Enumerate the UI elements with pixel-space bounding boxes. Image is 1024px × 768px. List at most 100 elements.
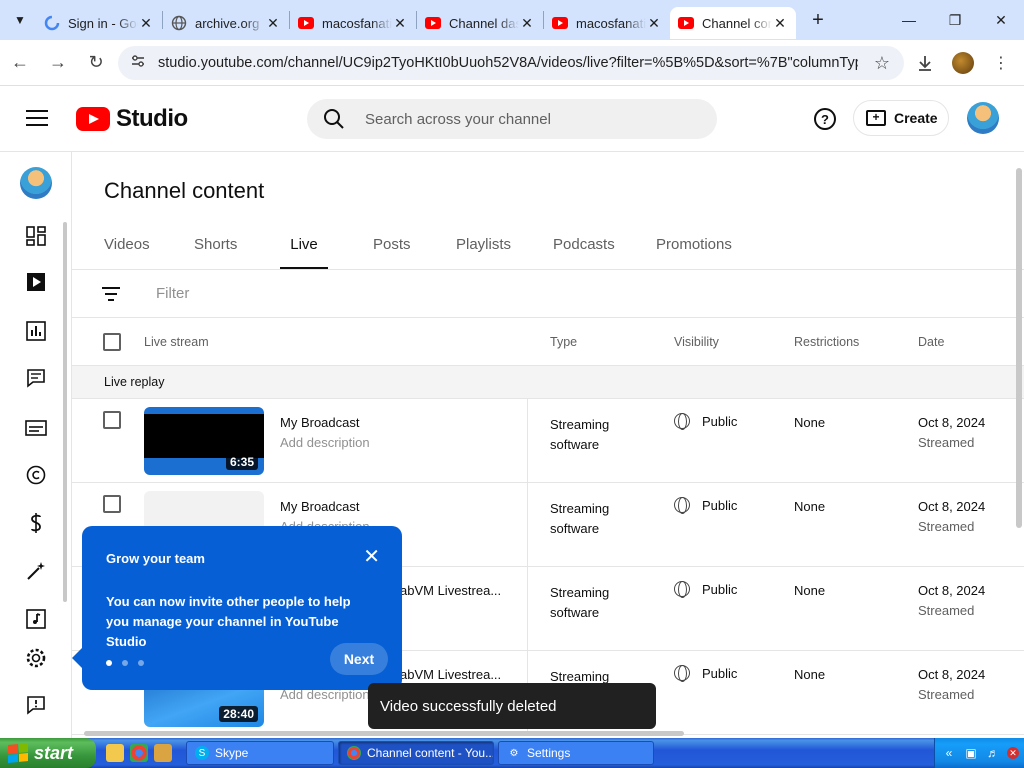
- bookmark-star-icon[interactable]: ☆: [874, 53, 890, 74]
- analytics-icon[interactable]: [24, 319, 48, 343]
- tab-close-icon[interactable]: ✕: [772, 15, 788, 32]
- reload-icon[interactable]: ↻: [78, 45, 114, 81]
- url-omnibox[interactable]: studio.youtube.com/channel/UC9ip2TyoHKtI…: [118, 46, 904, 80]
- minimize-icon[interactable]: —: [886, 0, 932, 40]
- filter-icon[interactable]: [102, 287, 120, 301]
- taskbar-item-skype[interactable]: S Skype: [186, 741, 334, 765]
- next-button[interactable]: Next: [330, 643, 388, 675]
- start-label: start: [34, 742, 74, 763]
- search-input[interactable]: Search across your channel: [307, 99, 717, 139]
- back-arrow-icon[interactable]: ←: [2, 45, 38, 81]
- subtitles-icon[interactable]: [24, 416, 48, 440]
- settings-gear-icon[interactable]: [24, 646, 48, 670]
- filter-bar[interactable]: Filter: [72, 270, 1024, 318]
- browser-tab-0[interactable]: Sign in - Google Accounts ✕: [36, 7, 162, 39]
- select-all-checkbox[interactable]: [103, 333, 121, 351]
- tab-close-icon[interactable]: ✕: [265, 15, 281, 32]
- chrome-icon[interactable]: [130, 744, 148, 762]
- taskbar-item-chrome[interactable]: Channel content - You...: [338, 741, 494, 765]
- row-checkbox[interactable]: [103, 411, 121, 429]
- video-thumbnail[interactable]: 6:35: [144, 407, 264, 475]
- nav-scrollbar[interactable]: [63, 222, 67, 602]
- browser-tab-2[interactable]: macosfanatic ✕: [290, 7, 416, 39]
- tray-error-icon[interactable]: ✕: [1007, 747, 1019, 759]
- browser-tab-5-active[interactable]: Channel content ✕: [670, 7, 796, 39]
- send-feedback-icon[interactable]: [24, 693, 48, 717]
- col-restrictions[interactable]: Restrictions: [794, 335, 859, 349]
- close-icon[interactable]: ✕: [363, 544, 380, 569]
- start-button[interactable]: start: [0, 738, 96, 768]
- tab-close-icon[interactable]: ✕: [519, 15, 535, 32]
- tab-live[interactable]: Live: [280, 232, 328, 269]
- tab-playlists[interactable]: Playlists: [456, 232, 553, 269]
- video-description[interactable]: Add description: [280, 435, 370, 450]
- visibility-cell[interactable]: Public: [674, 497, 738, 514]
- folder-icon[interactable]: [106, 744, 124, 762]
- maximize-icon[interactable]: ❐: [932, 0, 978, 40]
- table-header: Live stream Type Visibility Restrictions…: [72, 318, 1024, 366]
- content-icon[interactable]: [24, 270, 48, 294]
- browser-menu-icon[interactable]: ⋮: [988, 46, 1014, 80]
- tab-close-icon[interactable]: ✕: [138, 15, 154, 32]
- horizontal-scrollbar[interactable]: [84, 731, 684, 736]
- tab-close-icon[interactable]: ✕: [392, 15, 408, 32]
- video-title[interactable]: abVM Livestrea...: [400, 667, 501, 682]
- video-title[interactable]: My Broadcast: [280, 415, 359, 430]
- taskbar-label: Settings: [527, 746, 571, 760]
- video-title[interactable]: My Broadcast: [280, 499, 359, 514]
- tab-search-chevron-icon[interactable]: ▼: [4, 6, 36, 34]
- help-icon[interactable]: ?: [814, 108, 836, 130]
- browser-tab-1[interactable]: archive.org ✕: [163, 7, 289, 39]
- browser-tab-3[interactable]: Channel dashboard ✕: [417, 7, 543, 39]
- tab-videos[interactable]: Videos: [104, 232, 194, 269]
- copyright-icon[interactable]: [24, 463, 48, 487]
- channel-avatar[interactable]: [20, 167, 52, 199]
- visibility-value: Public: [702, 497, 738, 513]
- visibility-cell[interactable]: Public: [674, 581, 737, 598]
- audio-library-icon[interactable]: [24, 607, 48, 631]
- visibility-cell[interactable]: Public: [674, 665, 737, 682]
- tab-promotions[interactable]: Promotions: [656, 232, 746, 269]
- download-icon[interactable]: [912, 46, 938, 80]
- browser-tab-label: macosfanatic: [322, 15, 392, 31]
- tray-chevron-icon[interactable]: «: [941, 746, 957, 760]
- taskbar-item-settings[interactable]: ⚙ Settings: [498, 741, 654, 765]
- create-label: Create: [894, 110, 938, 126]
- date-value: Oct 8, 2024: [918, 667, 986, 682]
- row-checkbox[interactable]: [103, 495, 121, 513]
- filter-input[interactable]: Filter: [156, 285, 189, 302]
- create-button[interactable]: + Create: [853, 100, 949, 136]
- col-live-stream[interactable]: Live stream: [144, 335, 209, 349]
- globe-icon: [674, 497, 690, 514]
- content-scrollbar[interactable]: [1016, 164, 1022, 724]
- col-date[interactable]: Date: [918, 335, 944, 349]
- taskbar-label: Channel content - You...: [367, 746, 494, 760]
- studio-logo[interactable]: Studio: [76, 105, 188, 133]
- forward-arrow-icon[interactable]: →: [40, 45, 76, 81]
- account-avatar[interactable]: [967, 102, 999, 134]
- tab-podcasts[interactable]: Podcasts: [553, 232, 656, 269]
- youtube-logo-icon: [76, 107, 110, 131]
- menu-hamburger-icon[interactable]: [26, 110, 48, 126]
- dashboard-icon[interactable]: [24, 224, 48, 248]
- site-info-icon[interactable]: [130, 53, 146, 73]
- tab-posts[interactable]: Posts: [373, 232, 456, 269]
- tab-shorts[interactable]: Shorts: [194, 232, 280, 269]
- tab-close-icon[interactable]: ✕: [646, 15, 662, 32]
- network-icon[interactable]: ▣: [963, 746, 979, 760]
- new-tab-plus-icon[interactable]: +: [804, 9, 832, 32]
- browser-profile-icon[interactable]: [950, 46, 976, 80]
- visibility-cell[interactable]: Public: [674, 413, 737, 430]
- video-title[interactable]: abVM Livestrea...: [400, 583, 501, 598]
- comments-icon[interactable]: [24, 366, 48, 390]
- browser-tab-4[interactable]: macosfanatic ✕: [544, 7, 670, 39]
- table-row[interactable]: 6:35 My Broadcast Add description Stream…: [72, 399, 1024, 483]
- earn-dollar-icon[interactable]: [24, 511, 48, 535]
- col-visibility[interactable]: Visibility: [674, 335, 719, 349]
- explorer-icon[interactable]: [154, 744, 172, 762]
- customization-wand-icon[interactable]: [24, 559, 48, 583]
- close-window-icon[interactable]: ✕: [978, 0, 1024, 40]
- video-duration: 28:40: [219, 706, 258, 722]
- volume-icon[interactable]: ♬: [985, 746, 1001, 760]
- col-type[interactable]: Type: [550, 335, 577, 349]
